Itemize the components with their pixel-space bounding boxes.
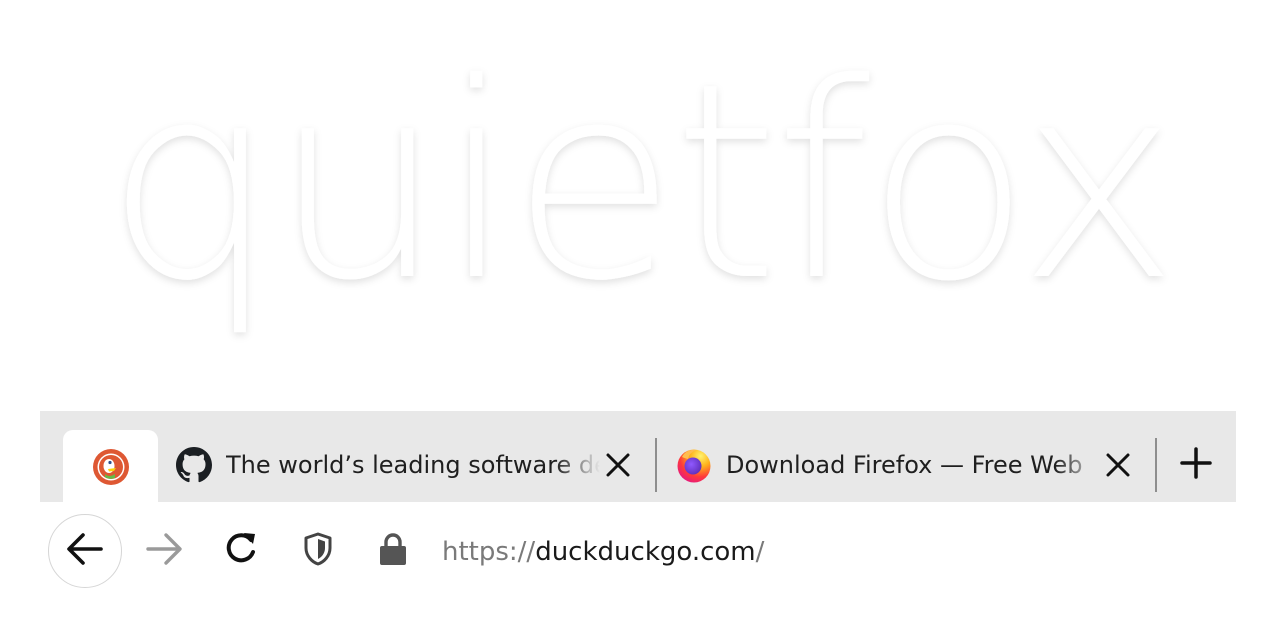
reload-icon — [222, 530, 260, 572]
tracking-protection-button[interactable] — [296, 528, 340, 574]
tab-title: Download Firefox — Free Web — [726, 451, 1083, 479]
close-icon[interactable] — [600, 447, 636, 483]
reload-button[interactable] — [218, 528, 264, 574]
new-tab-button[interactable] — [1176, 445, 1216, 485]
shield-icon — [302, 531, 334, 571]
lock-icon — [378, 531, 408, 571]
tab-github[interactable]: The world’s leading software de — [176, 439, 636, 491]
logo-text: quietfox — [105, 25, 1174, 340]
tab-title: The world’s leading software de — [226, 451, 600, 479]
close-icon[interactable] — [1100, 447, 1136, 483]
url-bar[interactable]: https://duckduckgo.com/ — [442, 532, 764, 572]
url-path: / — [755, 537, 765, 567]
url-host: duckduckgo.com — [535, 537, 756, 567]
quietfox-logo: quietfox — [0, 18, 1280, 348]
firefox-icon — [676, 447, 712, 483]
arrow-right-icon — [144, 529, 184, 573]
navigation-toolbar: https://duckduckgo.com/ — [40, 502, 1236, 600]
url-scheme: https:// — [442, 537, 536, 567]
duckduckgo-icon — [91, 447, 131, 491]
github-icon — [176, 447, 212, 483]
tab-firefox[interactable]: Download Firefox — Free Web — [676, 439, 1136, 491]
plus-icon — [1180, 447, 1212, 483]
arrow-left-icon — [65, 529, 105, 573]
tab-separator — [1155, 438, 1157, 492]
forward-button[interactable] — [140, 528, 188, 574]
tab-strip: The world’s leading software de Download… — [40, 411, 1236, 502]
back-button[interactable] — [48, 514, 122, 588]
site-security-button[interactable] — [372, 528, 414, 574]
tab-duckduckgo[interactable] — [63, 430, 158, 502]
tab-separator — [655, 438, 657, 492]
